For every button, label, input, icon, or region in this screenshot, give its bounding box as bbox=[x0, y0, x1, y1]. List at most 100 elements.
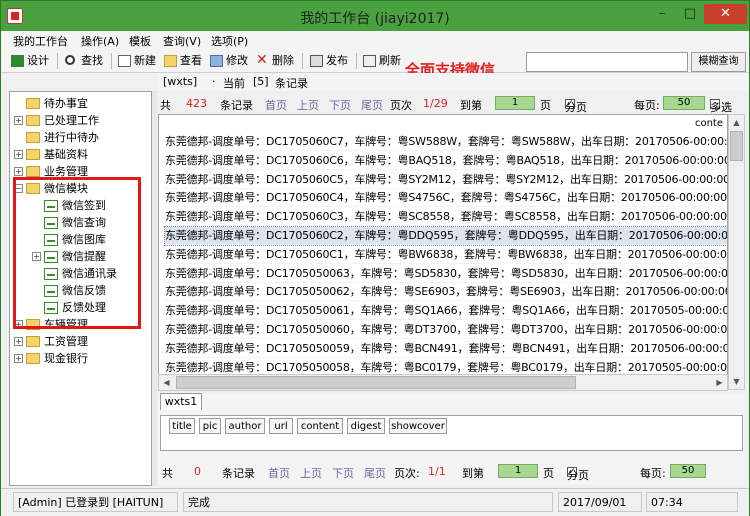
page-unit: 页 bbox=[543, 467, 554, 480]
last-page-link[interactable]: 尾页 bbox=[364, 465, 386, 481]
column-author[interactable]: author bbox=[225, 418, 265, 434]
goto-label: 到第 bbox=[460, 99, 482, 112]
scroll-right-icon[interactable]: ▶ bbox=[712, 375, 727, 390]
top-pager: 共 423 条记录 首页 上页 下页 尾页 页次 1/29 到第 1 页 ✓ 分页… bbox=[160, 96, 732, 114]
table-row[interactable]: 东莞德邦-调度单号：DC1705050059，车牌号：粤BCN491，套牌号：粤… bbox=[165, 340, 727, 358]
delete-label: 删除 bbox=[272, 54, 294, 67]
minimize-button[interactable]: – bbox=[649, 4, 675, 24]
menu-operate[interactable]: 操作(A) bbox=[81, 33, 119, 49]
scroll-down-icon[interactable]: ▼ bbox=[729, 374, 744, 389]
column-digest[interactable]: digest bbox=[347, 418, 385, 434]
goto-page-input[interactable]: 1 bbox=[498, 464, 538, 478]
menu-options[interactable]: 选项(P) bbox=[211, 33, 248, 49]
column-url[interactable]: url bbox=[269, 418, 293, 434]
table-row[interactable]: 东莞德邦-调度单号：DC1705060C3，车牌号：粤SC8558，套牌号：粤S… bbox=[165, 208, 727, 227]
search-input[interactable] bbox=[526, 52, 688, 72]
page-unit: 页 bbox=[540, 99, 551, 112]
folder-icon bbox=[26, 115, 40, 126]
total-label: 共 bbox=[162, 467, 173, 480]
expand-icon[interactable]: + bbox=[14, 354, 23, 363]
edit-button[interactable]: 修改 bbox=[210, 53, 248, 69]
tree-item-label: 现金银行 bbox=[44, 352, 88, 365]
tree-item-label: 已处理工作 bbox=[44, 114, 99, 127]
next-page-link[interactable]: 下页 bbox=[332, 465, 354, 481]
folder-icon bbox=[26, 353, 40, 364]
vertical-scrollbar[interactable]: ▲ ▼ bbox=[728, 114, 745, 390]
table-row[interactable]: 东莞德邦-调度单号：DC1705060C6，车牌号：粤BAQ518，套牌号：粤B… bbox=[165, 152, 727, 170]
table-row[interactable]: 东莞德邦-调度单号：DC1705050062，车牌号：粤SE6903，套牌号：粤… bbox=[165, 283, 727, 302]
menu-template[interactable]: 模板 bbox=[129, 33, 151, 49]
scroll-left-icon[interactable]: ◀ bbox=[159, 375, 174, 390]
prev-page-link[interactable]: 上页 bbox=[300, 465, 322, 481]
first-page-link[interactable]: 首页 bbox=[265, 97, 287, 113]
hscroll-thumb[interactable] bbox=[176, 376, 576, 389]
bottom-pager: 共 0 条记录 首页 上页 下页 尾页 页次: 1/1 到第 1 页 ✓ 分页 每… bbox=[160, 463, 745, 482]
expand-icon[interactable]: + bbox=[14, 167, 23, 176]
table-row[interactable]: 东莞德邦-调度单号：DC1705050061，车牌号：粤SQ1A66，套牌号：粤… bbox=[165, 302, 727, 321]
detail-panel: wxts1 title pic author url content diges… bbox=[158, 393, 745, 485]
refresh-label: 刷新 bbox=[379, 54, 401, 67]
menu-workbench[interactable]: 我的工作台 bbox=[13, 33, 68, 49]
perpage-label: 每页: bbox=[634, 99, 660, 112]
expand-icon[interactable]: + bbox=[14, 150, 23, 159]
column-pic[interactable]: pic bbox=[199, 418, 221, 434]
maximize-button[interactable]: □ bbox=[677, 4, 703, 24]
expand-icon[interactable]: + bbox=[14, 116, 23, 125]
module-name: [wxts] bbox=[163, 75, 198, 88]
scroll-up-icon[interactable]: ▲ bbox=[729, 115, 744, 130]
next-page-link[interactable]: 下页 bbox=[329, 97, 351, 113]
table-row[interactable]: 东莞德邦-调度单号：DC1705060C7，车牌号：粤SW588W，套牌号：粤S… bbox=[165, 133, 727, 151]
table-row[interactable]: 东莞德邦-调度单号：DC1705060C1，车牌号：粤BW6838，套牌号：粤B… bbox=[165, 246, 727, 264]
goto-label: 到第 bbox=[462, 467, 484, 480]
first-page-link[interactable]: 首页 bbox=[268, 465, 290, 481]
last-page-link[interactable]: 尾页 bbox=[361, 97, 383, 113]
magnifier-icon bbox=[65, 55, 75, 65]
tab-wxts1[interactable]: wxts1 bbox=[160, 393, 202, 410]
edit-icon bbox=[210, 55, 223, 67]
splitter[interactable] bbox=[152, 91, 157, 486]
table-row[interactable]: 东莞德邦-调度单号：DC1705050060，车牌号：粤DT3700，套牌号：粤… bbox=[165, 321, 727, 339]
perpage-input[interactable]: 50 bbox=[663, 96, 705, 110]
menu-query[interactable]: 查询(V) bbox=[163, 33, 201, 49]
new-button[interactable]: 新建 bbox=[118, 53, 156, 69]
design-button[interactable]: 设计 bbox=[11, 53, 49, 69]
pages-label: 页次: bbox=[394, 467, 420, 480]
app-window: 我的工作台 (jiayi2017) – □ ✕ 我的工作台 操作(A) 模板 查… bbox=[0, 0, 750, 516]
goto-page-input[interactable]: 1 bbox=[495, 96, 535, 110]
current-count: [5] bbox=[253, 75, 269, 88]
view-button[interactable]: 查看 bbox=[164, 53, 202, 69]
view-label: 查看 bbox=[180, 54, 202, 67]
publish-label: 发布 bbox=[326, 54, 348, 67]
menu-bar: 我的工作台 操作(A) 模板 查询(V) 选项(P) bbox=[1, 31, 749, 49]
fuzzy-search-button[interactable]: 模糊查询 bbox=[691, 52, 746, 72]
scroll-thumb[interactable] bbox=[730, 131, 743, 161]
total-label: 共 bbox=[160, 99, 171, 112]
status-bar: [Admin] 已登录到 [HAITUN] 完成 2017/09/01 07:3… bbox=[1, 488, 749, 516]
edit-label: 修改 bbox=[226, 54, 248, 67]
paging-label: 分页 bbox=[565, 101, 587, 114]
records-label: 条记录 bbox=[222, 467, 255, 480]
tree-item-label: 基础资料 bbox=[44, 148, 88, 161]
find-button[interactable]: 查找 bbox=[65, 53, 103, 69]
folder-icon bbox=[26, 166, 40, 177]
table-row[interactable]: 东莞德邦-调度单号：DC1705060C2，车牌号：粤DDQ595，套牌号：粤D… bbox=[164, 226, 727, 246]
column-title[interactable]: title bbox=[169, 418, 195, 434]
table-row[interactable]: 东莞德邦-调度单号：DC1705050063，车牌号：粤SD5830，套牌号：粤… bbox=[165, 265, 727, 283]
horizontal-scrollbar[interactable]: ◀ ▶ bbox=[158, 374, 728, 391]
delete-button[interactable]: ✕ 删除 bbox=[256, 53, 294, 69]
column-showcover[interactable]: showcover bbox=[389, 418, 447, 434]
page-indicator: 1/29 bbox=[423, 97, 448, 110]
prev-page-link[interactable]: 上页 bbox=[297, 97, 319, 113]
table-row[interactable]: 东莞德邦-调度单号：DC1705060C5，车牌号：粤SY2M12，套牌号：粤S… bbox=[165, 171, 727, 189]
folder-icon bbox=[26, 336, 40, 347]
table-row[interactable]: 东莞德邦-调度单号：DC1705060C4，车牌号：粤S4756C，套牌号：粤S… bbox=[165, 189, 727, 208]
status-time: 07:34 bbox=[646, 492, 738, 512]
close-button[interactable]: ✕ bbox=[704, 4, 747, 24]
expand-icon[interactable]: + bbox=[14, 337, 23, 346]
refresh-button[interactable]: 刷新 bbox=[363, 53, 401, 69]
column-header-content[interactable]: conte bbox=[695, 118, 723, 129]
perpage-input[interactable]: 50 bbox=[670, 464, 706, 478]
column-content[interactable]: content bbox=[297, 418, 343, 434]
design-icon bbox=[11, 55, 24, 67]
publish-button[interactable]: 发布 bbox=[310, 53, 348, 69]
